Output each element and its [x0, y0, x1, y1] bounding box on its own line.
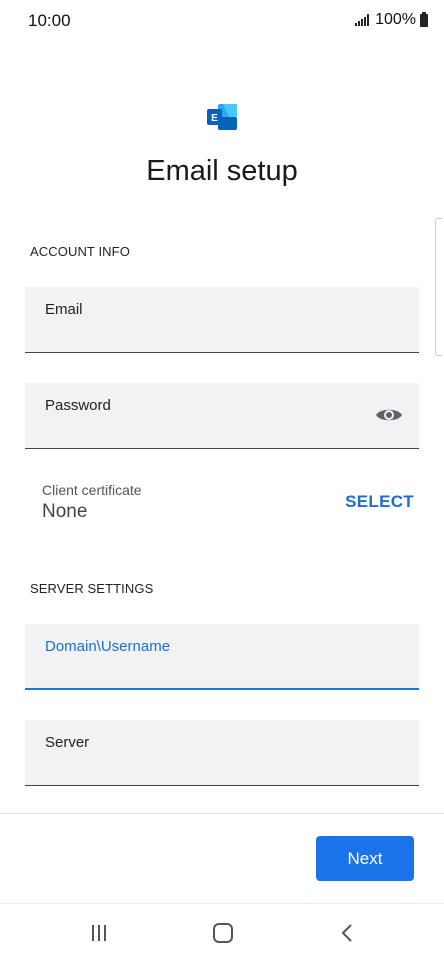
section-account-info: ACCOUNT INFO: [30, 244, 130, 259]
navigation-bar: [0, 904, 444, 962]
password-field[interactable]: Password: [25, 383, 419, 449]
server-input[interactable]: [45, 754, 379, 774]
section-server-settings: SERVER SETTINGS: [30, 581, 154, 596]
email-input[interactable]: [45, 321, 379, 341]
battery-percent: 100%: [375, 11, 416, 28]
domain-username-label: Domain\Username: [45, 638, 171, 655]
status-bar: 10:00 100%: [0, 0, 444, 42]
svg-text:E: E: [211, 113, 218, 124]
status-right: 100%: [355, 11, 428, 29]
battery-icon: [420, 11, 428, 27]
signal-icon: [355, 14, 370, 26]
eye-icon[interactable]: [375, 405, 403, 425]
password-label: Password: [45, 397, 111, 414]
client-certificate-value: None: [42, 501, 88, 522]
next-button[interactable]: Next: [316, 836, 414, 881]
footer-divider: [0, 813, 444, 814]
email-label: Email: [45, 301, 83, 318]
select-certificate-button[interactable]: SELECT: [345, 492, 414, 512]
home-icon[interactable]: [207, 918, 239, 948]
server-label: Server: [45, 734, 90, 751]
client-certificate-row: Client certificate None SELECT: [42, 480, 414, 530]
domain-username-field[interactable]: Domain\Username: [25, 624, 419, 690]
password-input[interactable]: [45, 417, 349, 437]
server-field[interactable]: Server: [25, 720, 419, 786]
scrollbar-thumb[interactable]: [435, 218, 442, 356]
page-title: Email setup: [146, 155, 298, 187]
status-time: 10:00: [28, 11, 71, 30]
client-certificate-label: Client certificate: [42, 482, 142, 498]
exchange-logo-icon: E: [207, 104, 237, 130]
recent-apps-icon[interactable]: [83, 918, 115, 948]
back-icon[interactable]: [331, 918, 363, 948]
scrollbar[interactable]: [435, 36, 442, 616]
email-field[interactable]: Email: [25, 287, 419, 353]
domain-username-input[interactable]: [45, 658, 379, 678]
